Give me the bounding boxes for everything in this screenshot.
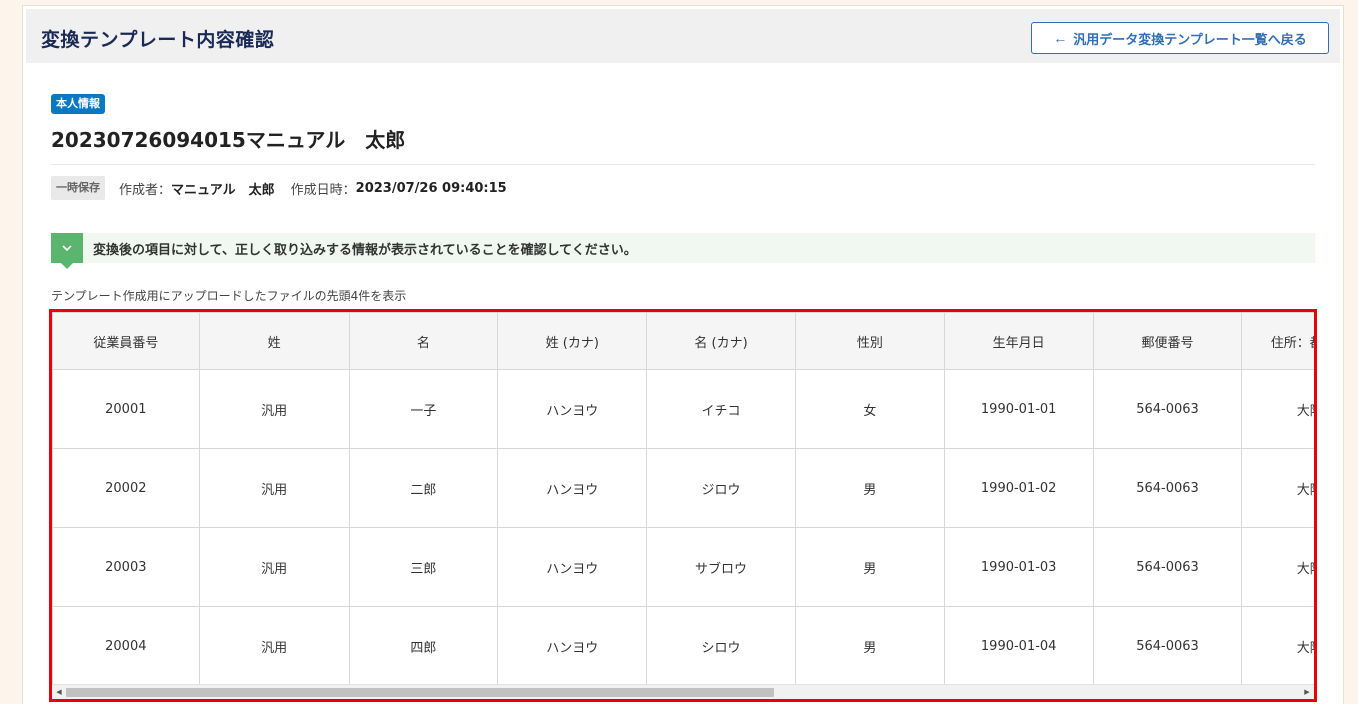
column-header: 従業員番号 [52, 312, 200, 370]
table-cell: 564-0063 [1092, 448, 1243, 528]
column-header: 生年月日 [943, 312, 1094, 370]
table-viewport[interactable]: 従業員番号 姓 名 姓 (カナ) 名 (カナ) 性別 生年月日 郵便番号 住所：… [52, 312, 1314, 684]
column-header: 名 (カナ) [646, 312, 796, 370]
column-header: 姓 (カナ) [497, 312, 648, 370]
notice-text: 変換後の項目に対して、正しく取り込みする情報が表示されていることを確認してくださ… [93, 242, 637, 258]
table-cell: ハンヨウ [497, 527, 648, 607]
table-row: 20004 汎用 四郎 ハンヨウ シロウ 男 1990-01-04 564-00… [52, 606, 1314, 684]
table-cell: 汎用 [198, 606, 350, 684]
divider [51, 164, 1315, 165]
table-cell: 大阪府 [1241, 606, 1314, 684]
created-label: 作成日時： [290, 182, 356, 198]
preview-table-frame: 従業員番号 姓 名 姓 (カナ) 名 (カナ) 性別 生年月日 郵便番号 住所：… [49, 309, 1317, 702]
table-cell: イチコ [646, 369, 796, 449]
table-cell: 20002 [52, 448, 200, 528]
back-button-label: 汎用データ変換テンプレート一覧へ戻る [1073, 31, 1307, 47]
table-cell: 三郎 [348, 527, 499, 607]
table-cell: 564-0063 [1092, 369, 1243, 449]
preview-caption: テンプレート作成用にアップロードしたファイルの先頭4件を表示 [51, 289, 407, 303]
table-cell: 大阪府 [1241, 527, 1314, 607]
table-row: 20003 汎用 三郎 ハンヨウ サブロウ 男 1990-01-03 564-0… [52, 527, 1314, 607]
content-card: 変換テンプレート内容確認 ← 汎用データ変換テンプレート一覧へ戻る 本人情報 2… [22, 5, 1344, 704]
column-header: 住所：都道府県 [1241, 312, 1314, 370]
table-cell: 564-0063 [1092, 606, 1243, 684]
arrow-left-icon: ← [1053, 30, 1068, 46]
table-row: 20001 汎用 一子 ハンヨウ イチコ 女 1990-01-01 564-00… [52, 369, 1314, 449]
table-cell: 1990-01-03 [943, 527, 1094, 607]
horizontal-scrollbar[interactable]: ◀ ▶ [52, 684, 1314, 699]
page-title: 変換テンプレート内容確認 [41, 29, 275, 51]
column-header: 姓 [198, 312, 350, 370]
table-cell: 20001 [52, 369, 200, 449]
template-name: 20230726094015マニュアル 太郎 [51, 128, 406, 152]
table-cell: 男 [794, 527, 945, 607]
table-cell: ハンヨウ [497, 448, 648, 528]
table-cell: 大阪府 [1241, 369, 1314, 449]
chevron-down-icon [51, 233, 83, 269]
page-header: 変換テンプレート内容確認 ← 汎用データ変換テンプレート一覧へ戻る [26, 9, 1340, 63]
table-cell: 20003 [52, 527, 200, 607]
table-cell: ハンヨウ [497, 606, 648, 684]
table-cell: 汎用 [198, 527, 350, 607]
back-to-list-button[interactable]: ← 汎用データ変換テンプレート一覧へ戻る [1031, 22, 1329, 54]
table-cell: シロウ [646, 606, 796, 684]
meta-row: 一時保存 作成者： マニュアル 太郎 作成日時： 2023/07/26 09:4… [51, 176, 507, 200]
created-value: 2023/07/26 09:40:15 [355, 180, 507, 196]
table-cell: 1990-01-01 [943, 369, 1094, 449]
triangle-left-icon[interactable]: ◀ [52, 685, 66, 699]
status-badge: 一時保存 [51, 176, 105, 200]
preview-table: 従業員番号 姓 名 姓 (カナ) 名 (カナ) 性別 生年月日 郵便番号 住所：… [52, 312, 1314, 684]
scrollbar-thumb[interactable] [66, 688, 774, 697]
table-header-row: 従業員番号 姓 名 姓 (カナ) 名 (カナ) 性別 生年月日 郵便番号 住所：… [52, 312, 1314, 370]
column-header: 郵便番号 [1092, 312, 1243, 370]
table-cell: ジロウ [646, 448, 796, 528]
notice-banner: 変換後の項目に対して、正しく取り込みする情報が表示されていることを確認してくださ… [51, 233, 1315, 269]
triangle-right-icon[interactable]: ▶ [1300, 685, 1314, 699]
column-header: 性別 [794, 312, 945, 370]
table-cell: 女 [794, 369, 945, 449]
table-row: 20002 汎用 二郎 ハンヨウ ジロウ 男 1990-01-02 564-00… [52, 448, 1314, 528]
table-cell: 四郎 [348, 606, 499, 684]
table-cell: 男 [794, 448, 945, 528]
author-value: マニュアル 太郎 [171, 182, 275, 198]
table-cell: サブロウ [646, 527, 796, 607]
table-cell: 1990-01-04 [943, 606, 1094, 684]
author-label: 作成者： [119, 182, 172, 198]
category-badge: 本人情報 [51, 94, 105, 114]
table-cell: 男 [794, 606, 945, 684]
column-header: 名 [348, 312, 499, 370]
table-cell: 大阪府 [1241, 448, 1314, 528]
table-cell: 一子 [348, 369, 499, 449]
table-cell: 1990-01-02 [943, 448, 1094, 528]
table-cell: ハンヨウ [497, 369, 648, 449]
table-cell: 564-0063 [1092, 527, 1243, 607]
table-cell: 20004 [52, 606, 200, 684]
table-cell: 二郎 [348, 448, 499, 528]
table-cell: 汎用 [198, 369, 350, 449]
table-cell: 汎用 [198, 448, 350, 528]
